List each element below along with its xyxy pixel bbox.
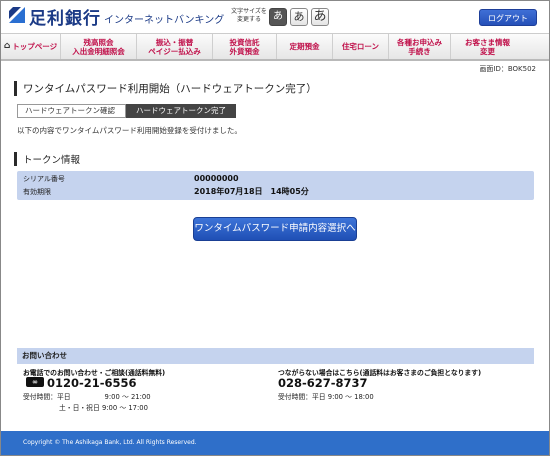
intro-text: 以下の内容でワンタイムパスワード利用開始登録を受付けました。 <box>17 126 242 135</box>
page-title: ワンタイムパスワード利用開始（ハードウェアトークン完了） <box>14 81 317 96</box>
token-info-box: シリアル番号 00000000 有効期限 2018年07月18日 14時05分 <box>17 171 534 200</box>
serial-value: 00000000 <box>194 174 239 183</box>
font-size-medium-button[interactable]: あ <box>290 8 308 26</box>
nav-item-investment[interactable]: 投資信託 外貨預金 <box>213 34 277 59</box>
nav-item-balance[interactable]: 残高照会 入出金明細照会 <box>61 34 137 59</box>
copyright: Copyright © The Ashikaga Bank, Ltd. All … <box>23 439 197 446</box>
phone-number: 0120-21-6556 <box>47 376 137 390</box>
nav-item-applications[interactable]: 各種お申込み 手続き <box>389 34 451 59</box>
serial-label: シリアル番号 <box>23 175 65 183</box>
font-size-label: 文字サイズを 変更する <box>231 8 267 23</box>
alt-phone-number: 028-627-8737 <box>278 376 368 390</box>
bank-logo-icon <box>9 7 25 23</box>
global-nav: ⌂ トップページ 残高照会 入出金明細照会 振込・振替 ペイジー払込み 投資信託 … <box>1 33 549 61</box>
nav-item-housing-loan[interactable]: 住宅ローン <box>333 34 389 59</box>
step-token-complete: ハードウェアトークン完了 <box>126 104 236 118</box>
service-name: インターネットバンキング <box>104 15 225 26</box>
nav-label: トップページ <box>12 42 58 51</box>
bank-name: 足利銀行 <box>29 9 101 29</box>
step-indicator: ハードウェアトークン確認 ハードウェアトークン完了 <box>17 104 236 118</box>
phone-hours-weekday: 受付時間：平日 9:00 ～ 21:00 <box>23 393 151 401</box>
contact-section: お問い合わせ お電話でのお問い合わせ・ご相談(通話料無料) ∞ 0120-21-… <box>17 348 534 417</box>
font-size-large-button[interactable]: あ <box>311 8 329 26</box>
logout-button[interactable]: ログアウト <box>479 9 537 26</box>
otp-application-select-button[interactable]: ワンタイムパスワード申請内容選択へ <box>193 217 357 241</box>
nav-item-transfer[interactable]: 振込・振替 ペイジー払込み <box>137 34 213 59</box>
expiry-value: 2018年07月18日 14時05分 <box>194 187 309 196</box>
alt-phone-hours: 受付時間：平日 9:00 ～ 18:00 <box>278 393 374 401</box>
header: 足利銀行 インターネットバンキング 文字サイズを 変更する あ あ あ ログアウ… <box>1 1 549 31</box>
home-icon: ⌂ <box>3 41 11 51</box>
step-label: ハードウェアトークン完了 <box>136 106 226 115</box>
font-size-small-button[interactable]: あ <box>269 8 287 26</box>
footer: Copyright © The Ashikaga Bank, Ltd. All … <box>1 431 549 455</box>
nav-item-top[interactable]: ⌂ トップページ <box>1 34 61 59</box>
step-label: ハードウェアトークン確認 <box>25 106 115 115</box>
contact-heading: お問い合わせ <box>17 348 534 364</box>
expiry-label: 有効期限 <box>23 188 51 196</box>
step-token-confirm: ハードウェアトークン確認 <box>17 104 126 118</box>
token-section-title: トークン情報 <box>14 152 80 166</box>
nav-item-time-deposit[interactable]: 定期預金 <box>277 34 333 59</box>
phone-hours-weekend: 土・日・祝日 9:00 ～ 17:00 <box>59 404 148 412</box>
nav-item-customer-info[interactable]: お客さま情報 変更 <box>451 34 549 59</box>
screen-id: 画面ID：BOK502 <box>479 65 536 73</box>
freedial-icon: ∞ <box>26 377 44 387</box>
